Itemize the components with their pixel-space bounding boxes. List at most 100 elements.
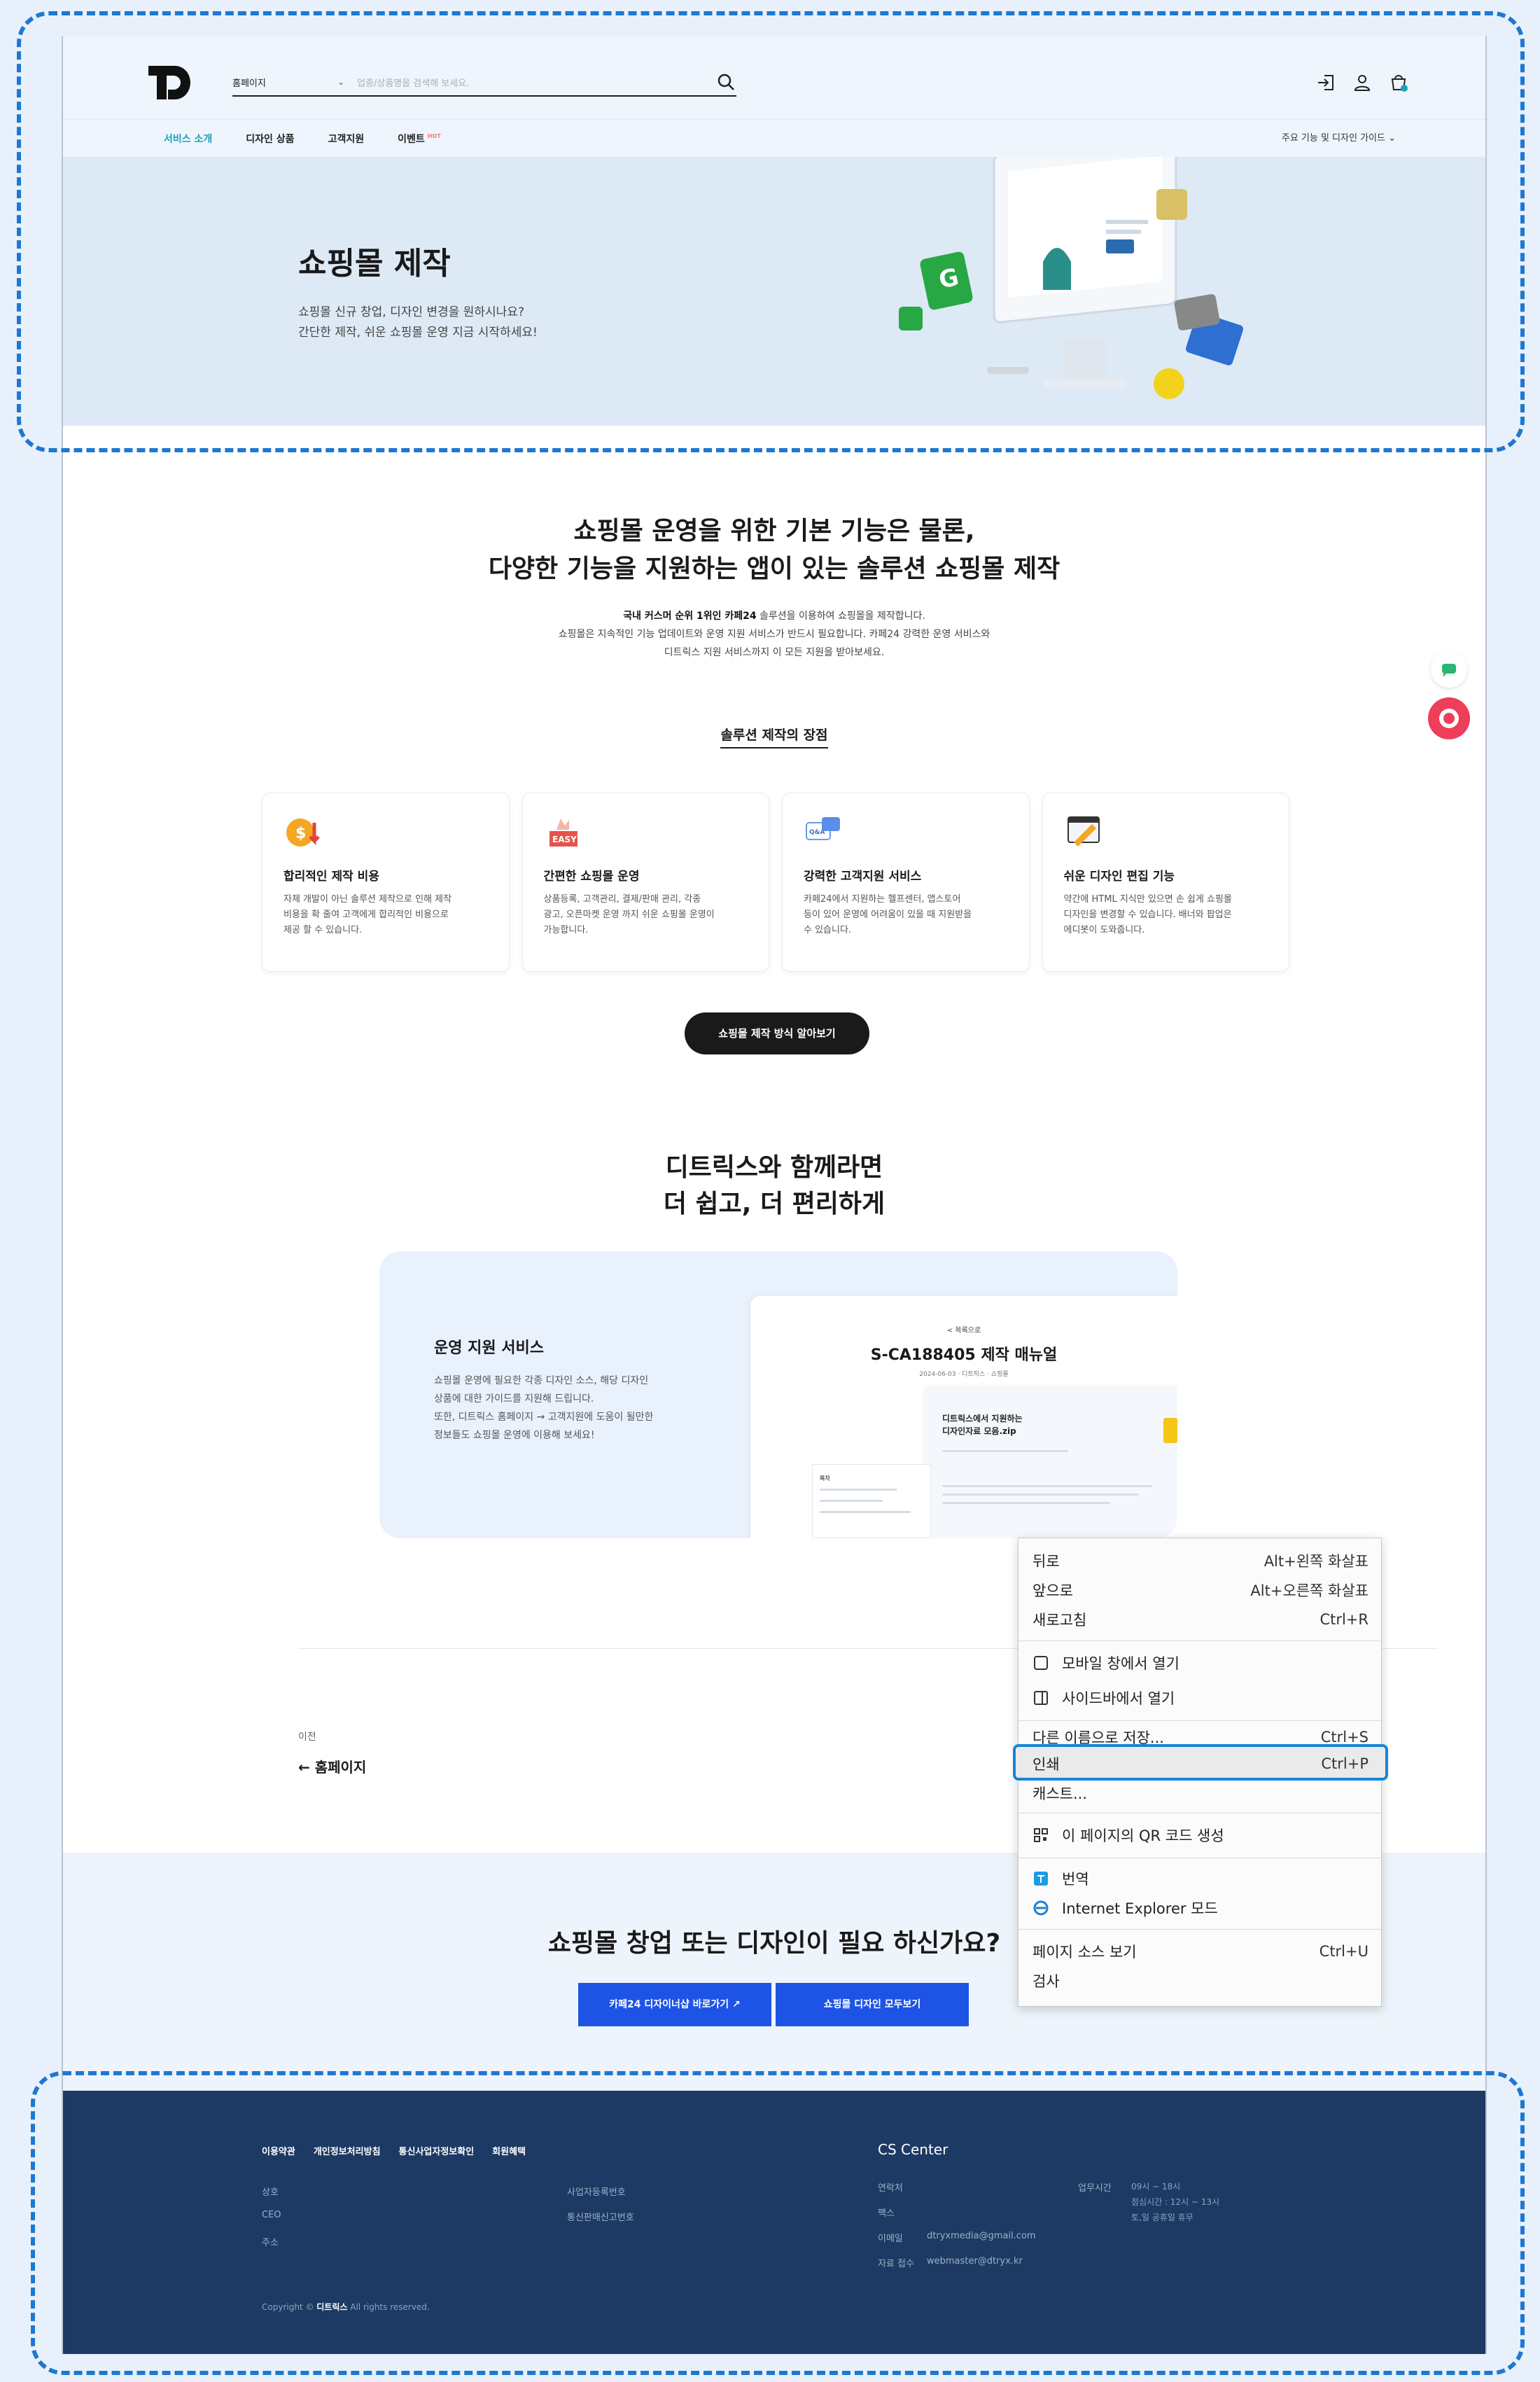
support-line: 정보들도 쇼핑몰 운영에 이용해 보세요!	[434, 1430, 595, 1441]
manual-back-link: < 목록으로	[946, 1327, 981, 1335]
header-highlight-region	[17, 11, 1525, 452]
context-menu: 뒤로 Alt+왼쪽 화살표 앞으로 Alt+오른쪽 화살표 새로고침 Ctrl+R 모…	[1013, 1538, 1388, 2007]
menu-label: Internet Explorer 모드	[1062, 1900, 1218, 1917]
card-line: 에디봇이 도와줍니다.	[1063, 925, 1145, 935]
menu-label: 검사	[1032, 1973, 1060, 1990]
menu-translate[interactable]: 번역	[1032, 1865, 1368, 1893]
menu-view-source[interactable]: 페이지 소스 보기 Ctrl+U	[1032, 1937, 1368, 1965]
placeholder-line	[942, 1485, 1152, 1487]
footer-highlight-region	[31, 2071, 1525, 2375]
merit-card: $ 합리적인 제작 비용 자체 개발이 아닌 솔루션 제작으로 인해 제작 비용을…	[262, 793, 510, 972]
zip-title-line: 디자인자료 모음.zip	[942, 1426, 1016, 1436]
support-title: 운영 지원 서비스	[434, 1339, 544, 1357]
intro-bold: 국내 커스머 순위 1위인 카페24	[623, 611, 757, 622]
card-line: 약간에 HTML 지식만 있으면 손 쉽게 쇼핑몰	[1063, 894, 1232, 905]
talk-fab[interactable]	[1428, 697, 1470, 739]
manual-meta: 2024-06-03 · 디트릭스 · 쇼핑몰	[919, 1371, 1009, 1378]
intro-line-2: 쇼핑몰은 지속적인 기능 업데이트와 운영 지원 서비스가 반드시 필요합니다.…	[558, 629, 990, 640]
toc-title: 목차	[820, 1475, 830, 1482]
menu-label: 페이지 소스 보기	[1032, 1944, 1137, 1960]
menu-open-sidebar[interactable]: 사이드바에서 열기	[1032, 1684, 1368, 1712]
menu-qr[interactable]: 이 페이지의 QR 코드 생성	[1032, 1821, 1368, 1849]
card-line: 가능합니다.	[543, 925, 589, 935]
easy-badge-icon: EASY	[549, 819, 578, 847]
menu-print[interactable]: 인쇄 Ctrl+P	[1032, 1750, 1368, 1778]
card-desc: 상품등록, 고객관리, 결제/판매 관리, 각종 광고, 오픈마켓 운영 까지 쉬…	[544, 892, 748, 938]
prev-label: 이전	[298, 1732, 316, 1743]
sidebar-icon	[1034, 1691, 1048, 1705]
card-line: 비용을 확 줄여 고객에게 합리적인 비용으로	[284, 910, 449, 920]
support-desc: 쇼핑몰 운영에 필요한 각종 디자인 소스, 해당 디자인 상품에 대한 가이드…	[434, 1372, 653, 1444]
cafe24-designer-shop-button[interactable]: 카페24 디자이너샵 바로가기 ↗	[578, 1983, 771, 2026]
menu-inspect[interactable]: 검사	[1032, 1967, 1368, 1995]
cta-buttons: 카페24 디자이너샵 바로가기 ↗ 쇼핑몰 디자인 모두보기	[578, 1983, 969, 2026]
zip-card: 디트릭스에서 지원하는디자인자료 모음.zip	[925, 1387, 1177, 1538]
internet-explorer-icon	[1033, 1900, 1049, 1916]
zip-title: 디트릭스에서 지원하는디자인자료 모음.zip	[942, 1412, 1023, 1437]
card-line: 수 있습니다.	[804, 925, 852, 935]
menu-shortcut: Ctrl+U	[1319, 1943, 1368, 1960]
card-title: 강력한 고객지원 서비스	[804, 870, 922, 884]
chat-fab[interactable]	[1431, 651, 1467, 688]
view-all-designs-button[interactable]: 쇼핑몰 디자인 모두보기	[776, 1983, 969, 2026]
card-desc: 카페24에서 지원하는 헬프센터, 앱스토어등이 있어 운영에 어려움이 있을 …	[804, 892, 1008, 938]
card-line: 광고, 오픈마켓 운영 까지 쉬운 쇼핑몰 운영이	[543, 910, 715, 920]
coin-icon: $	[286, 819, 320, 847]
menu-shortcut: Ctrl+P	[1321, 1755, 1368, 1772]
menu-open-mobile[interactable]: 모바일 창에서 열기	[1032, 1649, 1368, 1677]
manual-preview: < 목록으로 S-CA188405 제작 매뉴얼 2024-06-03 · 디트…	[750, 1296, 1177, 1538]
card-title: 간편한 쇼핑몰 운영	[543, 870, 640, 884]
menu-shortcut: Alt+왼쪽 화살표	[1264, 1553, 1368, 1570]
talk-icon	[1439, 709, 1459, 728]
zip-title-line: 디트릭스에서 지원하는	[942, 1414, 1023, 1423]
card-line: 카페24에서 지원하는 헬프센터, 앱스토어	[804, 894, 961, 905]
qr-code-icon	[1034, 1828, 1048, 1842]
menu-label: 번역	[1062, 1871, 1089, 1888]
design-edit-icon	[1067, 816, 1100, 847]
prev-home-link[interactable]: ← 홈페이지	[298, 1756, 366, 1776]
menu-forward[interactable]: 앞으로 Alt+오른쪽 화살표	[1032, 1576, 1368, 1604]
menu-separator	[1018, 1720, 1381, 1721]
zip-folder-icon	[1163, 1418, 1177, 1443]
svg-text:$: $	[295, 825, 306, 842]
intro-line-3: 디트릭스 지원 서비스까지 이 모든 지원을 받아보세요.	[664, 647, 885, 658]
card-desc: 자체 개발이 아닌 솔루션 제작으로 인해 제작비용을 확 줄여 고객에게 합리…	[284, 892, 488, 938]
intro-heading-line: 쇼핑몰 운영을 위한 기본 기능은 물론,	[573, 517, 975, 545]
card-desc: 약간에 HTML 지식만 있으면 손 쉽게 쇼핑몰디자인을 변경할 수 있습니다…	[1064, 892, 1268, 938]
menu-separator	[1018, 1929, 1381, 1930]
menu-label: 이 페이지의 QR 코드 생성	[1062, 1827, 1224, 1844]
menu-cast[interactable]: 캐스트...	[1032, 1779, 1368, 1807]
menu-reload[interactable]: 새로고침 Ctrl+R	[1032, 1606, 1368, 1634]
placeholder-line	[942, 1493, 1138, 1496]
card-line: 자체 개발이 아닌 솔루션 제작으로 인해 제작	[284, 894, 452, 905]
manual-title: S-CA188405 제작 매뉴얼	[870, 1346, 1058, 1364]
with-heading: 디트릭스와 함께라면 더 쉽고, 더 편리하게	[63, 1150, 1485, 1223]
placeholder-line	[942, 1502, 1110, 1504]
merit-cards: $ 합리적인 제작 비용 자체 개발이 아닌 솔루션 제작으로 인해 제작 비용을…	[262, 793, 1289, 972]
merit-card: EASY 간편한 쇼핑몰 운영 상품등록, 고객관리, 결제/판매 관리, 각종…	[522, 793, 769, 972]
menu-ie-mode[interactable]: Internet Explorer 모드	[1032, 1894, 1368, 1922]
card-title: 쉬운 디자인 편집 기능	[1063, 870, 1175, 884]
card-line: 제공 할 수 있습니다.	[284, 925, 363, 935]
menu-shortcut: Ctrl+S	[1320, 1729, 1368, 1746]
menu-shortcut: Ctrl+R	[1320, 1611, 1368, 1628]
card-line: 디자인을 변경할 수 있습니다. 배너와 팝업은	[1063, 910, 1232, 920]
qna-chat-icon: Q&A	[806, 817, 840, 840]
mobile-window-icon	[1034, 1656, 1048, 1670]
menu-label: 캐스트...	[1032, 1785, 1087, 1802]
menu-label: 사이드바에서 열기	[1062, 1690, 1175, 1707]
intro-rest: 솔루션을 이용하여 쇼핑몰을 제작합니다.	[756, 611, 925, 622]
merit-card: 쉬운 디자인 편집 기능 약간에 HTML 지식만 있으면 손 쉽게 쇼핑몰디자…	[1042, 793, 1289, 972]
menu-back[interactable]: 뒤로 Alt+왼쪽 화살표	[1032, 1547, 1368, 1575]
card-line: 등이 있어 운영에 어려움이 있을 때 지원받을	[804, 910, 972, 920]
intro-heading: 쇼핑몰 운영을 위한 기본 기능은 물론, 다양한 기능을 지원하는 앱이 있는…	[63, 513, 1485, 588]
support-line: 쇼핑몰 운영에 필요한 각종 디자인 소스, 해당 디자인	[434, 1375, 649, 1386]
merit-title: 솔루션 제작의 장점	[63, 725, 1485, 748]
learn-method-button[interactable]: 쇼핑몰 제작 방식 알아보기	[685, 1012, 869, 1054]
placeholder-line	[820, 1500, 883, 1502]
with-heading-line: 디트릭스와 함께라면	[665, 1153, 883, 1182]
merit-title-text: 솔루션 제작의 장점	[720, 727, 828, 748]
merit-card: Q&A 강력한 고객지원 서비스 카페24에서 지원하는 헬프센터, 앱스토어등…	[782, 793, 1030, 972]
menu-label: 새로고침	[1032, 1612, 1087, 1629]
support-line: 또한, 디트릭스 홈페이지 → 고객지원에 도움이 될만한	[434, 1412, 654, 1423]
